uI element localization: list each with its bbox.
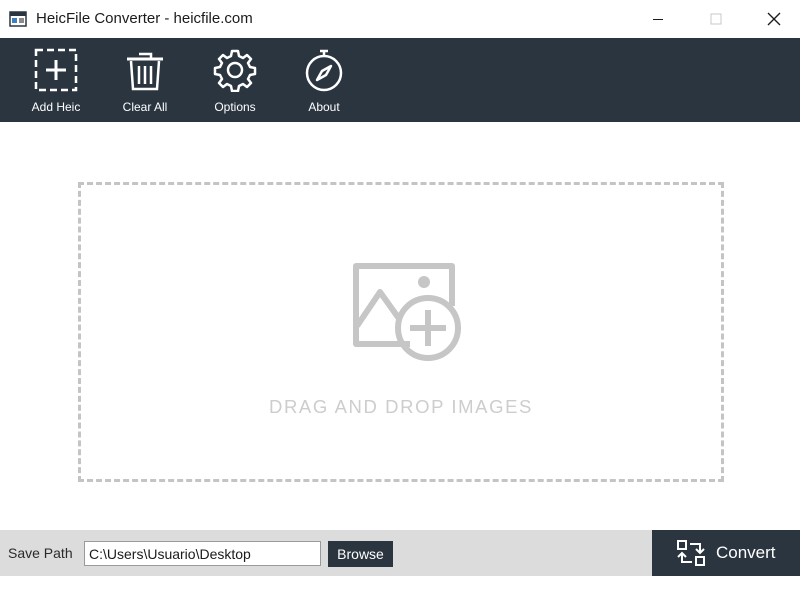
image-add-icon [353,263,461,361]
window-bottom-edge [0,576,800,600]
close-icon [767,12,781,26]
browse-button[interactable]: Browse [328,541,393,567]
add-square-icon [34,48,78,92]
add-heic-label: Add Heic [31,100,81,114]
minimize-icon [653,19,663,20]
drop-zone-text: DRAG AND DROP IMAGES [269,396,533,417]
save-path-label: Save Path [8,545,73,561]
options-label: Options [214,100,256,114]
clear-all-button[interactable]: Clear All [105,38,185,122]
app-icon [9,11,27,27]
compass-icon [305,49,343,92]
clear-all-label: Clear All [122,100,168,114]
about-button[interactable]: About [284,38,364,122]
drop-zone[interactable]: DRAG AND DROP IMAGES [78,182,724,482]
gear-icon [213,49,257,92]
convert-icon [677,540,705,566]
title-bar: HeicFile Converter - heicfile.com [0,0,800,38]
maximize-icon [710,13,722,25]
options-button[interactable]: Options [195,38,275,122]
bottom-bar: Save Path Browse Convert [0,530,800,576]
minimize-button[interactable] [629,0,687,38]
convert-button[interactable]: Convert [652,530,800,576]
add-heic-button[interactable]: Add Heic [16,38,96,122]
save-path-input[interactable] [84,541,321,566]
maximize-button[interactable] [687,0,745,38]
convert-label: Convert [716,543,776,562]
about-label: About [308,100,340,114]
toolbar: Add Heic Clear All Options About [0,38,800,122]
trash-icon [127,52,163,91]
window-title: HeicFile Converter - heicfile.com [36,10,253,27]
close-button[interactable] [745,0,800,38]
